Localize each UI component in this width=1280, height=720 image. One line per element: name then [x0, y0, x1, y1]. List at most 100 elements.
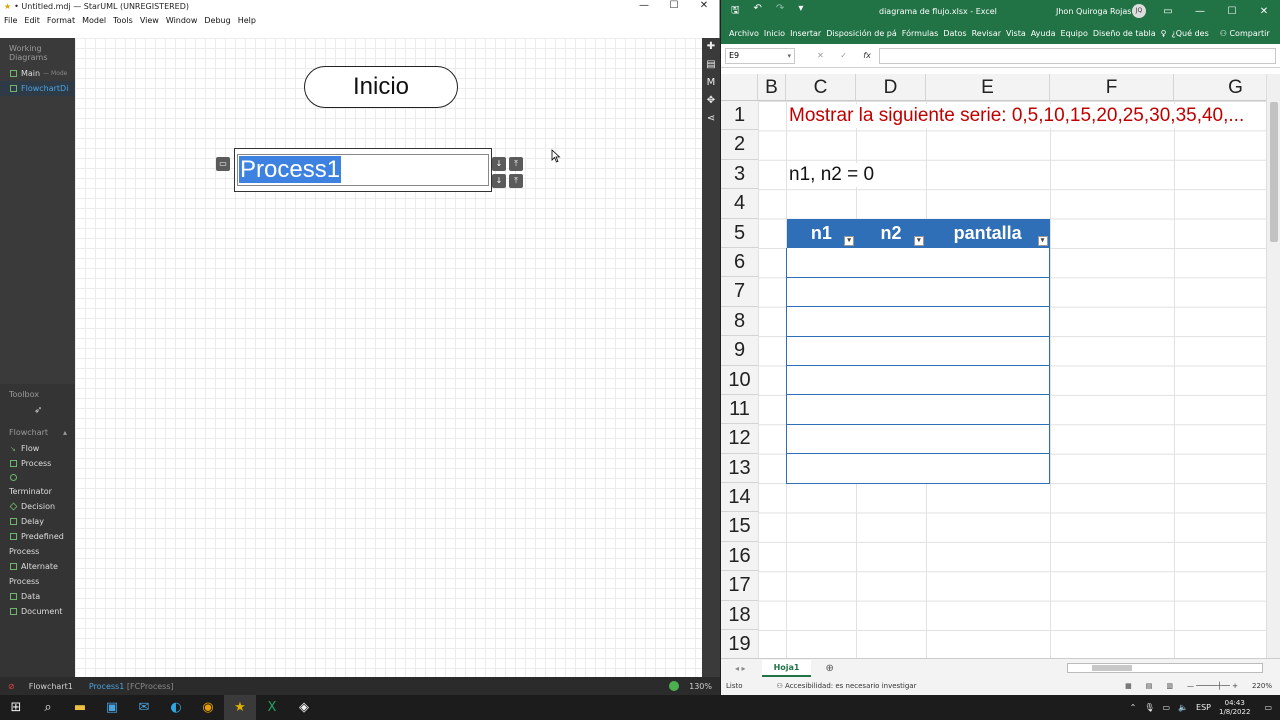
undo-icon[interactable]: ↶: [754, 3, 762, 20]
volume-icon[interactable]: 🔈: [1178, 703, 1188, 712]
insert-function-icon[interactable]: fx: [863, 51, 871, 60]
tool-decision[interactable]: Decision: [0, 499, 75, 514]
row-header[interactable]: 14: [721, 483, 758, 513]
file-explorer-icon[interactable]: ▬: [64, 695, 96, 720]
row-header[interactable]: 15: [721, 512, 758, 542]
row-header[interactable]: 12: [721, 424, 758, 454]
row-header[interactable]: 18: [721, 600, 758, 631]
start-icon[interactable]: ⊞: [0, 695, 32, 720]
diagram-canvas[interactable]: Inicio ▭ Process1 ↓ ⤒ ↓ ⤒: [75, 38, 702, 677]
markdown-icon[interactable]: M: [702, 74, 720, 92]
tool-delay[interactable]: Delay: [0, 514, 75, 529]
tab-inicio[interactable]: Inicio: [764, 29, 785, 38]
error-icon[interactable]: ⊘: [8, 682, 15, 691]
notifications-icon[interactable]: ▭: [1264, 703, 1272, 712]
menu-window[interactable]: Window: [166, 16, 198, 25]
accessibility-status[interactable]: ⚇ Accesibilidad: es necesario investigar: [777, 682, 917, 690]
horizontal-scrollbar[interactable]: [1067, 663, 1263, 673]
cancel-icon[interactable]: ✕: [817, 51, 824, 60]
menu-model[interactable]: Model: [82, 16, 106, 25]
tab-vista[interactable]: Vista: [1006, 29, 1026, 38]
table-header-pantalla[interactable]: pantalla ▾: [925, 219, 1050, 248]
tool-terminator[interactable]: Terminator: [0, 484, 75, 499]
menu-format[interactable]: Format: [47, 16, 75, 25]
excel-zoom-level[interactable]: 220%: [1252, 682, 1272, 690]
add-process-up-button[interactable]: ⤒: [509, 174, 523, 188]
share-button[interactable]: ⚇ Compartir: [1220, 29, 1275, 38]
menu-debug[interactable]: Debug: [204, 16, 230, 25]
row-header[interactable]: 17: [721, 571, 758, 601]
tab-equipo[interactable]: Equipo: [1060, 29, 1087, 38]
tool-predefined-process-label[interactable]: Process: [0, 544, 75, 559]
worksheet-grid[interactable]: B C D E F G 1 2 3 4 5 6 7 8 9 10 11 12 1…: [721, 74, 1280, 658]
tool-document[interactable]: Document: [0, 604, 75, 619]
editors-icon[interactable]: ▤: [702, 56, 720, 74]
tool-terminator-icon[interactable]: [0, 471, 75, 484]
row-header[interactable]: 8: [721, 306, 758, 337]
menu-edit[interactable]: Edit: [24, 16, 40, 25]
enter-icon[interactable]: ✓: [840, 51, 847, 60]
column-header-e[interactable]: E: [926, 74, 1050, 100]
tool-alternate-process-label[interactable]: Process: [0, 574, 75, 589]
tray-chevron-icon[interactable]: ⌃: [1130, 703, 1137, 712]
menu-file[interactable]: File: [4, 16, 17, 25]
filter-dropdown-icon[interactable]: ▾: [913, 236, 924, 246]
filter-dropdown-icon[interactable]: ▾: [844, 236, 855, 246]
process-shape[interactable]: Process1: [234, 148, 492, 192]
column-header-c[interactable]: C: [786, 74, 856, 100]
store-icon[interactable]: ▣: [96, 695, 128, 720]
row-header[interactable]: 9: [721, 336, 758, 366]
tab-datos[interactable]: Datos: [943, 29, 966, 38]
edge-icon[interactable]: ◐: [160, 695, 192, 720]
tell-me-search[interactable]: ¿Qué des: [1172, 29, 1209, 38]
column-header-d[interactable]: D: [856, 74, 926, 100]
menu-view[interactable]: View: [140, 16, 159, 25]
row-header[interactable]: 2: [721, 130, 758, 160]
row-header[interactable]: 5: [721, 218, 758, 248]
filter-dropdown-icon[interactable]: ▾: [1037, 236, 1048, 246]
cell-area[interactable]: Mostrar la siguiente serie: 0,5,10,15,20…: [758, 101, 1266, 658]
clock[interactable]: 04:43 1/8/2022: [1219, 699, 1250, 717]
tool-flow[interactable]: ↘ Flow: [0, 441, 75, 456]
keyboard-language[interactable]: ESP: [1196, 703, 1211, 712]
tab-diseno-de-tabla[interactable]: Diseño de tabla: [1093, 29, 1156, 38]
search-icon[interactable]: ⌕: [32, 695, 64, 720]
tool-alternate-process[interactable]: Alternate: [0, 559, 75, 574]
row-header[interactable]: 6: [721, 247, 758, 278]
column-header-f[interactable]: F: [1050, 74, 1174, 100]
menu-tools[interactable]: Tools: [113, 16, 133, 25]
status-zoom[interactable]: 130%: [689, 682, 712, 691]
scrollbar-thumb[interactable]: [1270, 102, 1278, 242]
tool-predefined-process[interactable]: Predefined: [0, 529, 75, 544]
tab-formulas[interactable]: Fórmulas: [902, 29, 939, 38]
row-header[interactable]: 16: [721, 541, 758, 572]
diagram-item-flowchart[interactable]: FlowchartDi: [0, 81, 75, 96]
minimize-button[interactable]: —: [629, 0, 659, 12]
row-header[interactable]: 19: [721, 630, 758, 658]
close-button[interactable]: ✕: [689, 0, 719, 12]
tab-ayuda[interactable]: Ayuda: [1031, 29, 1056, 38]
tool-process[interactable]: Process: [0, 456, 75, 471]
shape-style-button[interactable]: ▭: [216, 157, 230, 171]
zoom-slider[interactable]: — ─────┼── +: [1187, 682, 1238, 690]
cell-c1[interactable]: Mostrar la siguiente serie: 0,5,10,15,20…: [789, 104, 1249, 128]
navigator-icon[interactable]: ✥: [702, 92, 720, 110]
page-layout-icon[interactable]: ▤: [1146, 682, 1153, 690]
vertical-scrollbar[interactable]: [1266, 74, 1280, 658]
microphone-icon[interactable]: 🎙: [1144, 703, 1154, 712]
formula-input[interactable]: [879, 47, 1276, 64]
excel-close-button[interactable]: ✕: [1248, 6, 1280, 17]
ribbon-display-icon[interactable]: ▭: [1152, 6, 1184, 17]
save-icon[interactable]: 🖫: [731, 3, 740, 20]
row-header[interactable]: 13: [721, 453, 758, 484]
staruml-taskbar-icon[interactable]: ★: [224, 695, 256, 720]
sheet-tab-hoja1[interactable]: Hoja1: [761, 659, 812, 677]
extensions-icon[interactable]: ✚: [702, 38, 720, 56]
redo-icon[interactable]: ↷: [776, 3, 784, 20]
flowchart-section-header[interactable]: Flowchart ▴: [0, 422, 75, 441]
tab-insertar[interactable]: Insertar: [790, 29, 821, 38]
excel-taskbar-icon[interactable]: X: [256, 695, 288, 720]
tool-data[interactable]: Data: [0, 589, 75, 604]
add-flow-up-button[interactable]: ⤒: [509, 157, 523, 171]
add-flow-down-button[interactable]: ↓: [492, 157, 506, 171]
